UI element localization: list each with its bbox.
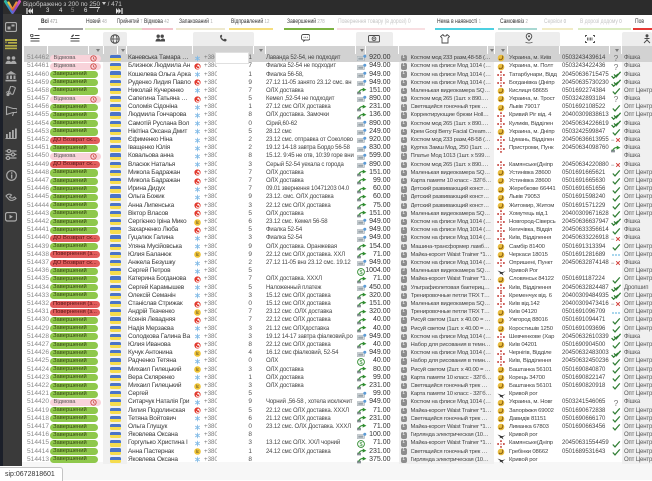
svg-text:lc: lc (196, 253, 199, 258)
svg-text:lc: lc (196, 351, 199, 356)
svg-text:lc: lc (196, 384, 199, 389)
svg-text:lc: lc (196, 310, 199, 315)
svg-text:lc: lc (196, 367, 199, 372)
svg-text:lc: lc (196, 449, 199, 454)
svg-text:lc: lc (196, 220, 199, 225)
